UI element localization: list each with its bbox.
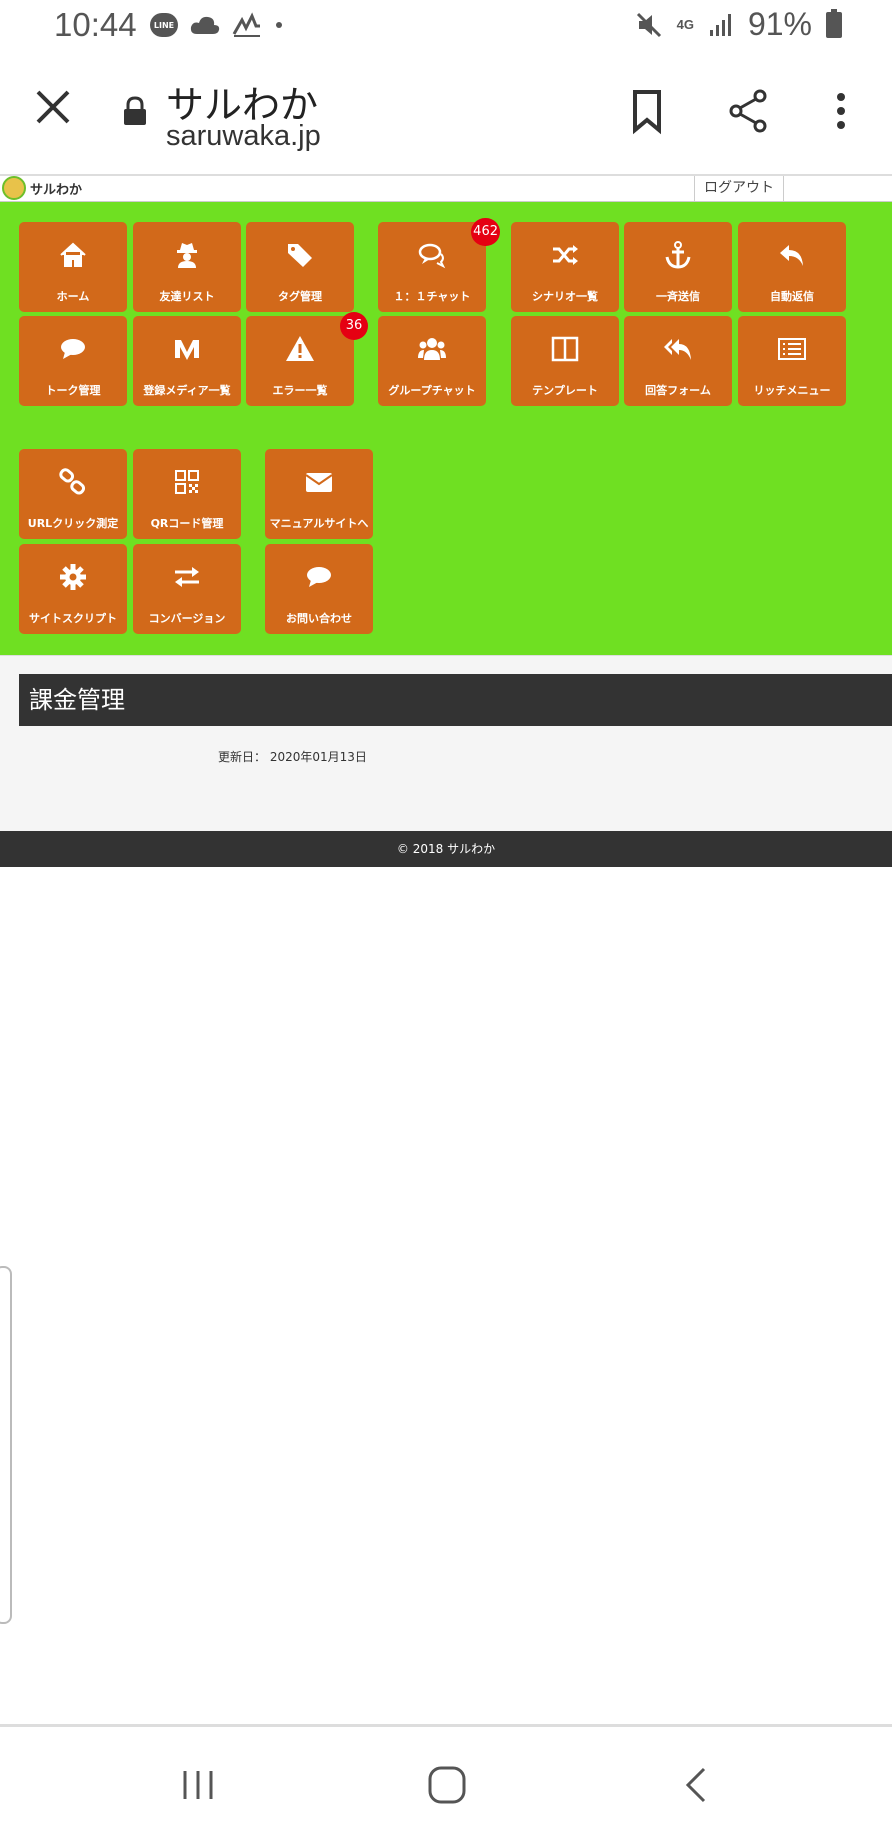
line-icon: LINE xyxy=(150,13,178,37)
user-secret-icon xyxy=(177,243,197,268)
menu-panel: ホーム 友達リスト タグ管理 １：１チャット 462 シナリオ一覧 一斉送信 自… xyxy=(0,202,892,655)
status-bar: 10:44 LINE 4G 91% xyxy=(0,0,892,54)
share-icon[interactable] xyxy=(724,86,774,136)
logout-button[interactable]: ログアウト xyxy=(694,176,784,201)
site-header: サルわか ログアウト xyxy=(0,176,892,202)
list-alt-icon xyxy=(778,338,806,360)
android-nav-bar xyxy=(0,1724,892,1837)
menu-label: リッチメニュー xyxy=(753,384,831,397)
unread-count-badge: 462 xyxy=(471,218,500,246)
notification-icons: LINE xyxy=(150,12,284,38)
menu-tile-errors[interactable]: エラー一覧 36 xyxy=(246,312,368,406)
menu-tile-chat[interactable]: １：１チャット 462 xyxy=(378,218,500,312)
browser-toolbar: サルわか saruwaka.jp xyxy=(0,54,892,177)
menu-tile-auto-reply[interactable]: 自動返信 xyxy=(738,222,846,312)
menu-label: トーク管理 xyxy=(45,384,101,397)
menu-tile-rich-menu[interactable]: リッチメニュー xyxy=(738,316,846,406)
reply-icon xyxy=(780,245,803,266)
reply-all-icon xyxy=(664,339,691,360)
menu-tile-site-script[interactable]: サイトスクリプト xyxy=(19,544,127,634)
section-heading: 課金管理 xyxy=(19,674,892,726)
gear-icon xyxy=(60,564,86,590)
web-page: サルわか ログアウト ホーム 友達リスト タグ管理 １：１チャット 462 シナ… xyxy=(0,176,892,867)
menu-label: 登録メディア一覧 xyxy=(143,384,231,397)
home-nav-icon[interactable] xyxy=(422,1763,472,1807)
menu-label: エラー一覧 xyxy=(272,384,328,397)
warning-icon xyxy=(286,336,314,361)
updated-date: 更新日： 2020年01月13日 xyxy=(218,750,367,764)
cloud-icon xyxy=(190,16,220,34)
battery-icon xyxy=(826,8,842,38)
recent-apps-icon[interactable] xyxy=(173,1763,223,1807)
error-count-badge: 36 xyxy=(340,312,368,340)
menu-label: テンプレート xyxy=(532,384,598,397)
back-icon[interactable] xyxy=(672,1763,722,1807)
menu-tile-scenario[interactable]: シナリオ一覧 xyxy=(511,222,619,312)
menu-label: 回答フォーム xyxy=(645,384,711,397)
network-type: 4G xyxy=(676,16,694,32)
menu-tile-contact[interactable]: お問い合わせ xyxy=(265,544,373,634)
menu-label: 一斉送信 xyxy=(656,290,700,303)
menu-tile-answer-form[interactable]: 回答フォーム xyxy=(624,316,732,406)
envelope-icon xyxy=(305,473,333,492)
site-logo[interactable]: サルわか xyxy=(2,176,82,200)
tags-icon xyxy=(288,244,312,267)
monkey-logo-icon xyxy=(2,176,26,200)
menu-tile-url-click[interactable]: URLクリック測定 xyxy=(19,449,127,539)
menu-tile-friends[interactable]: 友達リスト xyxy=(133,222,241,312)
menu-tile-manual[interactable]: マニュアルサイトへ xyxy=(265,449,373,539)
menu-label: グループチャット xyxy=(388,384,476,397)
menu-tile-conversion[interactable]: コンバージョン xyxy=(133,544,241,634)
dot-icon xyxy=(276,22,282,28)
comment-icon xyxy=(307,567,331,587)
status-time: 10:44 xyxy=(54,6,137,43)
menu-label: １：１チャット xyxy=(393,290,471,303)
columns-icon xyxy=(551,336,579,362)
qrcode-icon xyxy=(175,470,199,494)
menu-tile-group-chat[interactable]: グループチャット xyxy=(378,316,486,406)
anchor-icon xyxy=(665,241,691,269)
medium-icon xyxy=(175,340,199,360)
site-footer: © 2018 サルわか xyxy=(0,831,892,867)
menu-label: お問い合わせ xyxy=(286,612,352,625)
chat-icon xyxy=(418,243,446,269)
users-icon xyxy=(418,338,446,360)
bookmark-icon[interactable] xyxy=(622,86,672,136)
menu-tile-home[interactable]: ホーム xyxy=(19,222,127,312)
menu-label: マニュアルサイトへ xyxy=(269,517,369,530)
menu-label: 友達リスト xyxy=(159,290,215,303)
menu-tile-tags[interactable]: タグ管理 xyxy=(246,222,354,312)
logo-text: サルわか xyxy=(30,182,83,198)
menu-tile-talk[interactable]: トーク管理 xyxy=(19,316,127,406)
url-text[interactable]: saruwaka.jp xyxy=(166,120,321,153)
menu-label: コンバージョン xyxy=(148,612,226,625)
battery-percent: 91% xyxy=(747,6,812,42)
menu-tile-media[interactable]: 登録メディア一覧 xyxy=(133,316,241,406)
link-icon xyxy=(59,468,86,495)
comment-icon xyxy=(61,339,85,359)
close-icon[interactable] xyxy=(30,84,76,130)
edge-panel-handle[interactable] xyxy=(0,1266,12,1624)
menu-label: シナリオ一覧 xyxy=(532,290,598,303)
menu-tile-broadcast[interactable]: 一斉送信 xyxy=(624,222,732,312)
signal-icon xyxy=(709,13,731,36)
menu-label: タグ管理 xyxy=(278,290,322,303)
menu-label: 自動返信 xyxy=(770,290,814,303)
activity-icon xyxy=(232,12,260,37)
more-icon[interactable] xyxy=(816,86,866,136)
mute-icon xyxy=(636,12,661,37)
main-content: 課金管理 更新日： 2020年01月13日 xyxy=(0,655,892,831)
menu-label: QRコード管理 xyxy=(150,517,224,530)
menu-label: サイトスクリプト xyxy=(29,612,117,625)
menu-label: ホーム xyxy=(56,290,90,303)
home-icon xyxy=(60,242,86,267)
menu-tile-template[interactable]: テンプレート xyxy=(511,316,619,406)
menu-label: URLクリック測定 xyxy=(27,517,119,530)
shuffle-icon xyxy=(553,245,578,265)
menu-tile-qr[interactable]: QRコード管理 xyxy=(133,449,241,539)
lock-icon xyxy=(124,96,146,125)
exchange-icon xyxy=(175,567,199,587)
